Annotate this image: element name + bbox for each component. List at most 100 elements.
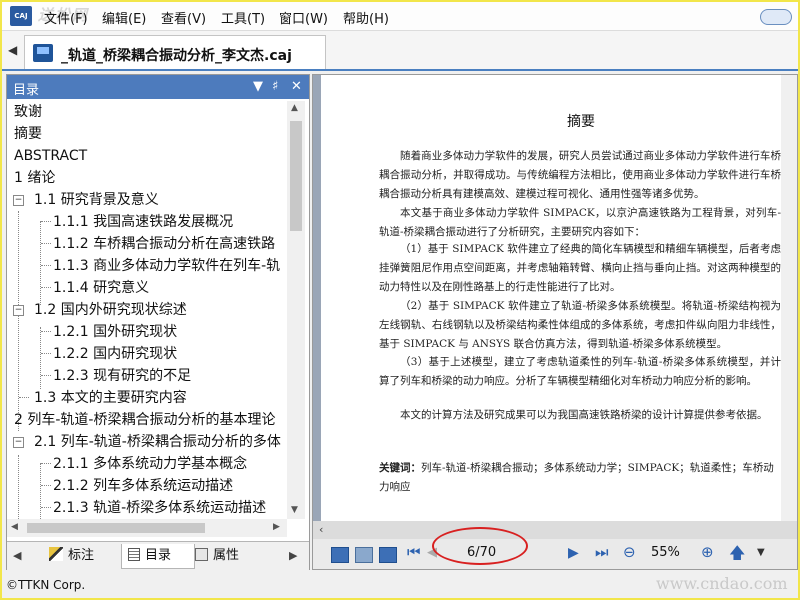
scroll-left-icon[interactable]: ◀ <box>11 522 18 532</box>
keywords-text: 列车-轨道-桥梁耦合振动；多体系统动力学；SIMPACK；轨道柔性；车桥动力响应 <box>379 462 774 493</box>
document-tabbar: ◀ _轨道_桥梁耦合振动分析_李文杰.caj <box>2 31 798 71</box>
toc-item[interactable]: 摘要 <box>14 123 42 145</box>
toc-item[interactable]: 1.1.3 商业多体动力学软件在列车-轨 <box>53 255 280 277</box>
toolbar-dropdown-icon[interactable]: ▼ <box>757 547 765 558</box>
document-horizontal-scrollbar[interactable]: ‹ <box>313 521 797 539</box>
panel-pin-icon[interactable]: ♯ <box>272 79 278 94</box>
toc-scroll-thumb[interactable] <box>290 121 302 231</box>
panel-dropdown-icon[interactable]: ▼ <box>253 79 263 94</box>
tree-line <box>40 463 41 519</box>
tree-line <box>41 265 51 266</box>
watermark-bottom: www.cndao.com <box>656 574 788 593</box>
tree-line <box>18 455 19 519</box>
scroll-left-icon[interactable]: ‹ <box>319 523 323 536</box>
toc-item[interactable]: 2.1.1 多体系统动力学基本概念 <box>53 453 247 475</box>
toc-item[interactable]: 1.1.4 研究意义 <box>53 277 149 299</box>
tree-line <box>41 221 51 222</box>
menu-tools[interactable]: 工具(T) <box>221 8 265 27</box>
abstract-paragraph: 本文的计算方法及研究成果可以为我国高速铁路桥梁的设计计算提供参考依据。 <box>400 409 768 421</box>
toc-item[interactable]: 致谢 <box>14 101 42 123</box>
toc-item[interactable]: 1.2.2 国内研究现状 <box>53 343 177 365</box>
toc-item[interactable]: 1.2.3 现有研究的不足 <box>53 365 191 387</box>
document-toolbar: ⏮ ◀ 6/70 ▶ ⏭ ⊖ 55% ⊕ 🡅 ▼ <box>313 539 797 569</box>
collapse-icon[interactable]: − <box>13 305 24 316</box>
toc-item[interactable]: 2 列车-轨道-桥梁耦合振动分析的基本理论 <box>14 409 275 431</box>
toc-item[interactable]: ABSTRACT <box>14 145 87 167</box>
document-vertical-scrollbar[interactable] <box>781 75 797 521</box>
document-viewer: 摘要 随着商业多体动力学软件的发展，研究人员尝试通过商业多体动力学软件进行车桥耦… <box>312 74 798 570</box>
scroll-right-icon[interactable]: ▶ <box>273 522 280 532</box>
app-logo-icon[interactable]: CAJ <box>10 6 32 26</box>
tab-annotations[interactable]: 标注 <box>49 544 119 568</box>
tabbar-underline <box>2 69 798 71</box>
tab-toc[interactable]: 目录 <box>121 544 195 569</box>
toc-hscroll-thumb[interactable] <box>27 523 205 533</box>
tree-line <box>41 375 51 376</box>
toc-item[interactable]: 2.1.2 列车多体系统运动描述 <box>53 475 233 497</box>
tree-line <box>41 463 51 464</box>
toc-item[interactable]: 1.2 国内外研究现状综述 <box>34 299 187 321</box>
menu-file[interactable]: 文件(F) <box>44 8 88 27</box>
tree-line <box>40 327 41 389</box>
toc-item[interactable]: 1.2.1 国外研究现状 <box>53 321 177 343</box>
status-bar-text: ©TTKN Corp. <box>6 578 86 592</box>
menu-edit[interactable]: 编辑(E) <box>102 8 146 27</box>
keywords-line: 关键词：列车-轨道-桥梁耦合振动；多体系统动力学；SIMPACK；轨道柔性；车桥… <box>379 459 781 497</box>
toc-panel: 目录 ▼ ♯ ✕ 致谢 摘要 ABSTRACT 1 绪论 − 1.1 研究背景及… <box>6 74 310 570</box>
annotation-ellipse <box>432 527 528 565</box>
collapse-icon[interactable]: − <box>13 437 24 448</box>
continuous-view-icon[interactable] <box>355 547 373 563</box>
menu-view[interactable]: 查看(V) <box>161 8 206 27</box>
toc-item[interactable]: 1.1 研究背景及意义 <box>34 189 159 211</box>
page-gutter <box>313 75 321 521</box>
first-page-icon[interactable]: ⏮ <box>407 543 421 561</box>
caj-file-icon <box>33 44 53 62</box>
tree-line <box>40 221 41 305</box>
toc-vertical-scrollbar[interactable]: ▲ ▼ <box>287 101 305 519</box>
next-page-icon[interactable]: ▶ <box>568 545 579 561</box>
tree-line <box>41 485 51 486</box>
last-page-icon[interactable]: ⏭ <box>595 543 609 561</box>
scroll-up-arrow-icon[interactable]: 🡅 <box>729 542 745 569</box>
page-heading: 摘要 <box>567 114 595 130</box>
single-page-view-icon[interactable] <box>331 547 349 563</box>
toc-item[interactable]: 1.1.2 车桥耦合振动分析在高速铁路 <box>53 233 275 255</box>
menu-window[interactable]: 窗口(W) <box>279 8 328 27</box>
tree-line <box>41 331 51 332</box>
search-box-icon[interactable] <box>760 9 792 25</box>
toc-horizontal-scrollbar[interactable]: ◀ ▶ <box>7 519 287 537</box>
abstract-paragraph: （3）基于上述模型，建立了考虑轨道柔性的列车-轨道-桥梁多体系统模型，并计算了列… <box>379 356 781 387</box>
scroll-down-icon[interactable]: ▼ <box>291 505 298 515</box>
abstract-paragraph: （1）基于 SIMPACK 软件建立了经典的简化车辆模型和精细车辆模型，后者考虑… <box>379 243 781 293</box>
zoom-in-icon[interactable]: ⊕ <box>701 543 714 561</box>
abstract-paragraph: （2）基于 SIMPACK 软件建立了轨道-桥梁多体系统模型。将轨道-桥梁结构视… <box>379 300 781 350</box>
abstract-paragraph: 随着商业多体动力学软件的发展，研究人员尝试通过商业多体动力学软件进行车桥耦合振动… <box>379 150 781 200</box>
toc-panel-header: 目录 ▼ ♯ ✕ <box>7 75 309 99</box>
panel-close-icon[interactable]: ✕ <box>291 79 302 94</box>
facing-view-icon[interactable] <box>379 547 397 563</box>
toc-item[interactable]: 2.1 列车-轨道-桥梁耦合振动分析的多体 <box>34 431 281 453</box>
abstract-paragraph: 本文基于商业多体动力学软件 SIMPACK，以京沪高速铁路为工程背景，对列车-轨… <box>379 207 781 238</box>
menu-help[interactable]: 帮助(H) <box>343 8 389 27</box>
toc-tree: 致谢 摘要 ABSTRACT 1 绪论 − 1.1 研究背景及意义 1.1.1 … <box>7 101 287 519</box>
toc-item[interactable]: 1.1.1 我国高速铁路发展概况 <box>53 211 233 233</box>
scroll-up-icon[interactable]: ▲ <box>291 103 298 113</box>
properties-icon <box>195 548 208 561</box>
toc-item[interactable]: 2.1.3 轨道-桥梁多体系统运动描述 <box>53 497 266 519</box>
tab-properties[interactable]: 属性 <box>195 544 265 568</box>
tab-document[interactable]: _轨道_桥梁耦合振动分析_李文杰.caj <box>24 35 326 70</box>
collapse-icon[interactable]: − <box>13 195 24 206</box>
list-icon <box>128 548 140 561</box>
toc-item[interactable]: 1 绪论 <box>14 167 55 189</box>
tab-scroll-left-icon[interactable]: ◀ <box>8 43 17 57</box>
tree-line <box>18 211 19 431</box>
side-tab-prev-icon[interactable]: ◀ <box>13 549 21 562</box>
tree-line <box>41 353 51 354</box>
side-tabbar: ◀ 标注 目录 属性 ▶ <box>7 541 309 570</box>
tree-line <box>41 507 51 508</box>
zoom-level[interactable]: 55% <box>651 545 680 560</box>
side-tab-next-icon[interactable]: ▶ <box>289 549 297 562</box>
toc-item[interactable]: 1.3 本文的主要研究内容 <box>34 387 187 409</box>
pencil-icon <box>49 547 63 561</box>
zoom-out-icon[interactable]: ⊖ <box>623 543 636 561</box>
